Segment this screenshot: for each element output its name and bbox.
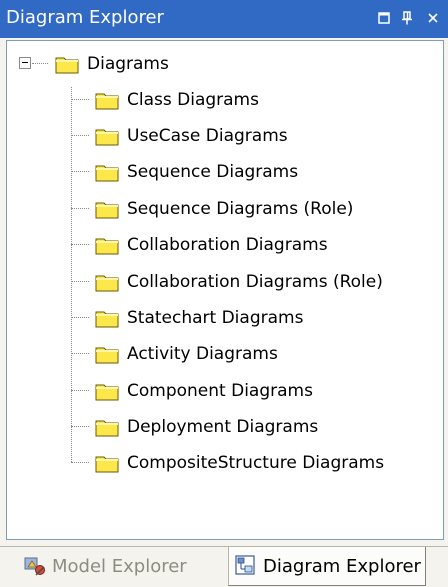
close-icon bbox=[428, 13, 438, 23]
folder-icon bbox=[95, 384, 119, 400]
tree-node-label: Collaboration Diagrams (Role) bbox=[127, 272, 383, 292]
folder-icon bbox=[95, 129, 119, 145]
tree-connector bbox=[71, 208, 89, 209]
close-button[interactable] bbox=[424, 7, 442, 29]
folder-icon bbox=[95, 238, 119, 254]
tree-connector bbox=[71, 281, 89, 282]
tree-node-label: Class Diagrams bbox=[127, 90, 259, 110]
diagram-tree[interactable]: Diagrams Class Diagrams UseCase Diagrams bbox=[6, 40, 444, 540]
tree-connector bbox=[71, 87, 72, 462]
tree-node-diagrams[interactable]: Diagrams bbox=[55, 46, 169, 82]
tree-connector bbox=[71, 171, 89, 172]
tree-node-label: CompositeStructure Diagrams bbox=[127, 453, 385, 473]
tree-connector bbox=[71, 135, 89, 136]
tab-label: Diagram Explorer bbox=[263, 555, 421, 577]
tree-connector bbox=[71, 462, 89, 463]
tree-connector bbox=[71, 99, 89, 100]
tree-node-sequence-diagrams-role[interactable]: Sequence Diagrams (Role) bbox=[95, 191, 353, 227]
tree-node-label: Deployment Diagrams bbox=[127, 417, 319, 437]
float-window-button[interactable] bbox=[375, 7, 393, 29]
bottom-tab-strip: Model Explorer Diagram Explorer bbox=[0, 546, 448, 587]
tree-connector bbox=[71, 390, 89, 391]
tree-node-label: Sequence Diagrams bbox=[127, 162, 299, 182]
tree-connector bbox=[71, 353, 89, 354]
tree-node-label: Component Diagrams bbox=[127, 381, 313, 401]
folder-icon bbox=[95, 420, 119, 436]
tree-node-activity-diagrams[interactable]: Activity Diagrams bbox=[95, 336, 278, 372]
diagram-explorer-panel: Diagram Explorer Diagrams Class Diagrams… bbox=[0, 0, 448, 587]
model-explorer-icon bbox=[24, 557, 45, 576]
tree-connector bbox=[32, 63, 48, 64]
tree-node-label: Diagrams bbox=[87, 54, 169, 74]
tree-node-collaboration-diagrams[interactable]: Collaboration Diagrams bbox=[95, 227, 328, 263]
tree-connector bbox=[71, 426, 89, 427]
collapse-minus-icon[interactable] bbox=[19, 57, 31, 69]
tree-node-label: UseCase Diagrams bbox=[127, 126, 288, 146]
pin-button[interactable] bbox=[398, 7, 416, 29]
folder-icon bbox=[95, 275, 119, 291]
tree-node-deployment-diagrams[interactable]: Deployment Diagrams bbox=[95, 409, 318, 445]
tree-node-statechart-diagrams[interactable]: Statechart Diagrams bbox=[95, 300, 303, 336]
tab-model-explorer[interactable]: Model Explorer bbox=[18, 547, 187, 585]
panel-title: Diagram Explorer bbox=[6, 7, 164, 28]
tree-node-component-diagrams[interactable]: Component Diagrams bbox=[95, 373, 313, 409]
folder-icon bbox=[95, 456, 119, 472]
tab-diagram-explorer[interactable]: Diagram Explorer bbox=[228, 547, 426, 586]
tree-node-label: Sequence Diagrams (Role) bbox=[127, 199, 354, 219]
tree-node-usecase-diagrams[interactable]: UseCase Diagrams bbox=[95, 118, 288, 154]
tree-connector bbox=[71, 244, 89, 245]
tree-node-label: Statechart Diagrams bbox=[127, 308, 304, 328]
tree-connector bbox=[71, 317, 89, 318]
folder-icon bbox=[95, 93, 119, 109]
tree-node-collaboration-diagrams-role[interactable]: Collaboration Diagrams (Role) bbox=[95, 264, 383, 300]
diagram-explorer-icon bbox=[235, 555, 255, 575]
tree-node-class-diagrams[interactable]: Class Diagrams bbox=[95, 82, 259, 118]
folder-icon bbox=[95, 165, 119, 181]
pin-icon bbox=[402, 11, 412, 25]
folder-icon bbox=[95, 311, 119, 327]
folder-icon bbox=[95, 202, 119, 218]
tree-node-label: Activity Diagrams bbox=[127, 344, 278, 364]
tree-node-label: Collaboration Diagrams bbox=[127, 235, 328, 255]
tree-node-compositestructure-diagrams[interactable]: CompositeStructure Diagrams bbox=[95, 445, 384, 481]
panel-titlebar[interactable]: Diagram Explorer bbox=[0, 0, 448, 38]
folder-icon bbox=[55, 57, 79, 73]
tab-label: Model Explorer bbox=[52, 555, 187, 577]
float-window-icon bbox=[378, 12, 390, 24]
tree-node-sequence-diagrams[interactable]: Sequence Diagrams bbox=[95, 154, 298, 190]
folder-icon bbox=[95, 347, 119, 363]
